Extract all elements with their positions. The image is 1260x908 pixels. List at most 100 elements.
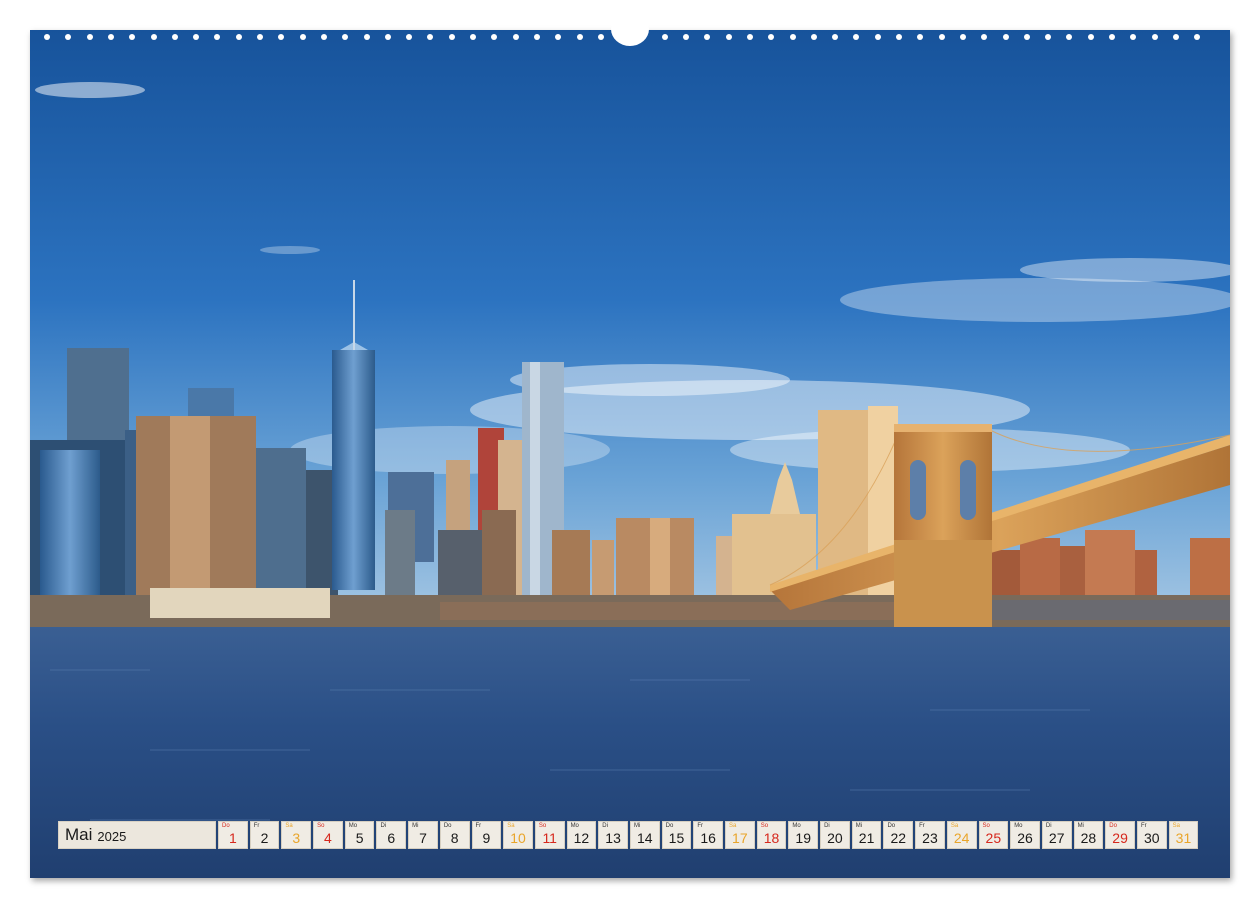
binding-hole xyxy=(959,34,966,40)
day-number: 12 xyxy=(573,830,590,846)
weekday-abbr: Sa xyxy=(950,823,959,829)
day-number: 28 xyxy=(1080,830,1097,846)
day-cell: So 18 xyxy=(756,821,787,849)
day-number: 16 xyxy=(700,830,716,846)
binding-hole xyxy=(44,34,50,40)
day-cell: Fr 9 xyxy=(471,821,502,849)
spiral-binding xyxy=(30,12,1230,46)
day-cell: Sa 3 xyxy=(281,821,312,849)
day-number: 6 xyxy=(387,830,396,846)
binding-hole xyxy=(86,34,93,40)
day-cell: So 11 xyxy=(534,821,565,849)
binding-hole xyxy=(768,34,775,40)
weekday-abbr: Do xyxy=(222,823,230,829)
binding-hole xyxy=(512,34,519,40)
binding-hole xyxy=(470,34,476,40)
day-cell: Mo 5 xyxy=(344,821,375,849)
day-number: 3 xyxy=(292,830,301,846)
binding-hole xyxy=(150,34,157,40)
binding-hole xyxy=(1002,34,1009,40)
weekday-abbr: Mo xyxy=(348,823,358,829)
weekday-abbr: Sa xyxy=(507,823,515,829)
day-cell: Di 20 xyxy=(820,821,850,849)
day-cell: So 25 xyxy=(978,821,1009,849)
binding-hole xyxy=(406,34,413,40)
day-number: 5 xyxy=(355,830,364,846)
binding-hole xyxy=(129,34,136,40)
weekday-abbr: Sa xyxy=(285,823,293,829)
binding-hole xyxy=(555,34,562,40)
day-cell: Mi 7 xyxy=(408,821,438,849)
day-number: 15 xyxy=(668,830,685,846)
day-number: 26 xyxy=(1017,830,1033,846)
day-cell: Sa 10 xyxy=(503,821,533,849)
weekday-abbr: Fr xyxy=(1140,823,1147,829)
binding-hole xyxy=(491,34,498,40)
day-cell: Do 22 xyxy=(883,821,914,849)
day-cell: Do 15 xyxy=(661,821,692,849)
day-number: 17 xyxy=(732,830,748,846)
weekday-abbr: Do xyxy=(443,823,452,829)
day-number: 2 xyxy=(260,830,269,846)
day-number: 8 xyxy=(450,830,459,846)
weekday-abbr: So xyxy=(760,823,769,829)
binding-hole xyxy=(278,34,285,40)
binding-hole xyxy=(832,34,839,40)
day-cell: Do 29 xyxy=(1105,821,1135,849)
day-number: 24 xyxy=(953,830,970,846)
binding-hole xyxy=(810,34,817,40)
binding-hole xyxy=(107,34,114,40)
hanger-notch xyxy=(611,12,649,46)
binding-hole xyxy=(363,34,370,40)
skyline-photo xyxy=(30,30,1230,878)
binding-hole xyxy=(1087,34,1094,40)
day-number: 11 xyxy=(542,830,557,846)
binding-hole xyxy=(789,34,796,40)
day-number: 1 xyxy=(228,830,237,846)
day-number: 14 xyxy=(636,830,653,846)
weekday-abbr: Mo xyxy=(792,823,801,829)
binding-hole xyxy=(1172,34,1179,40)
day-cell: So 4 xyxy=(313,821,343,849)
binding-hole xyxy=(938,34,945,40)
binding-hole xyxy=(896,34,902,40)
weekday-abbr: Fr xyxy=(475,823,482,829)
day-number: 18 xyxy=(763,830,780,846)
day-cell: Fr 23 xyxy=(915,821,945,849)
day-cell: Sa 17 xyxy=(725,821,755,849)
binding-hole xyxy=(448,34,455,40)
weekday-abbr: Do xyxy=(665,823,674,829)
weekday-abbr: Di xyxy=(380,823,387,829)
binding-hole xyxy=(746,34,753,40)
day-cell: Fr 30 xyxy=(1136,821,1167,849)
binding-hole xyxy=(1194,34,1201,40)
weekday-abbr: Mi xyxy=(412,823,419,829)
day-number: 27 xyxy=(1048,830,1065,846)
day-cell: Fr 16 xyxy=(693,821,723,849)
day-number: 30 xyxy=(1143,830,1160,846)
weekday-abbr: Sa xyxy=(1172,823,1180,829)
binding-hole xyxy=(65,34,72,40)
binding-hole xyxy=(342,34,349,40)
day-number: 7 xyxy=(419,830,427,846)
binding-hole xyxy=(384,34,391,40)
day-number: 10 xyxy=(510,830,526,846)
day-number: 23 xyxy=(922,830,938,846)
binding-hole xyxy=(1109,34,1115,40)
day-cell: Do 8 xyxy=(439,821,470,849)
day-cell: Sa 24 xyxy=(946,821,977,849)
binding-hole xyxy=(576,34,583,40)
day-cell: Mi 28 xyxy=(1073,821,1104,849)
day-cell: Mo 26 xyxy=(1010,821,1040,849)
day-number: 13 xyxy=(605,830,621,846)
binding-hole xyxy=(725,34,732,40)
weekday-abbr: Sa xyxy=(729,823,737,829)
weekday-abbr: Do xyxy=(1109,823,1117,829)
calendar-bar: Mai 2025 Do 1 Fr 2 Sa 3 So 4 Mo 5 Di 6 Mi 7 Do 8 Fr 9 Sa 10… xyxy=(58,821,1199,849)
binding-hole xyxy=(299,34,306,40)
month-year: 2025 xyxy=(97,828,127,844)
binding-hole xyxy=(981,34,988,40)
binding-hole xyxy=(1066,34,1073,40)
month-name: Mai xyxy=(65,825,93,844)
binding-hole xyxy=(214,34,221,40)
